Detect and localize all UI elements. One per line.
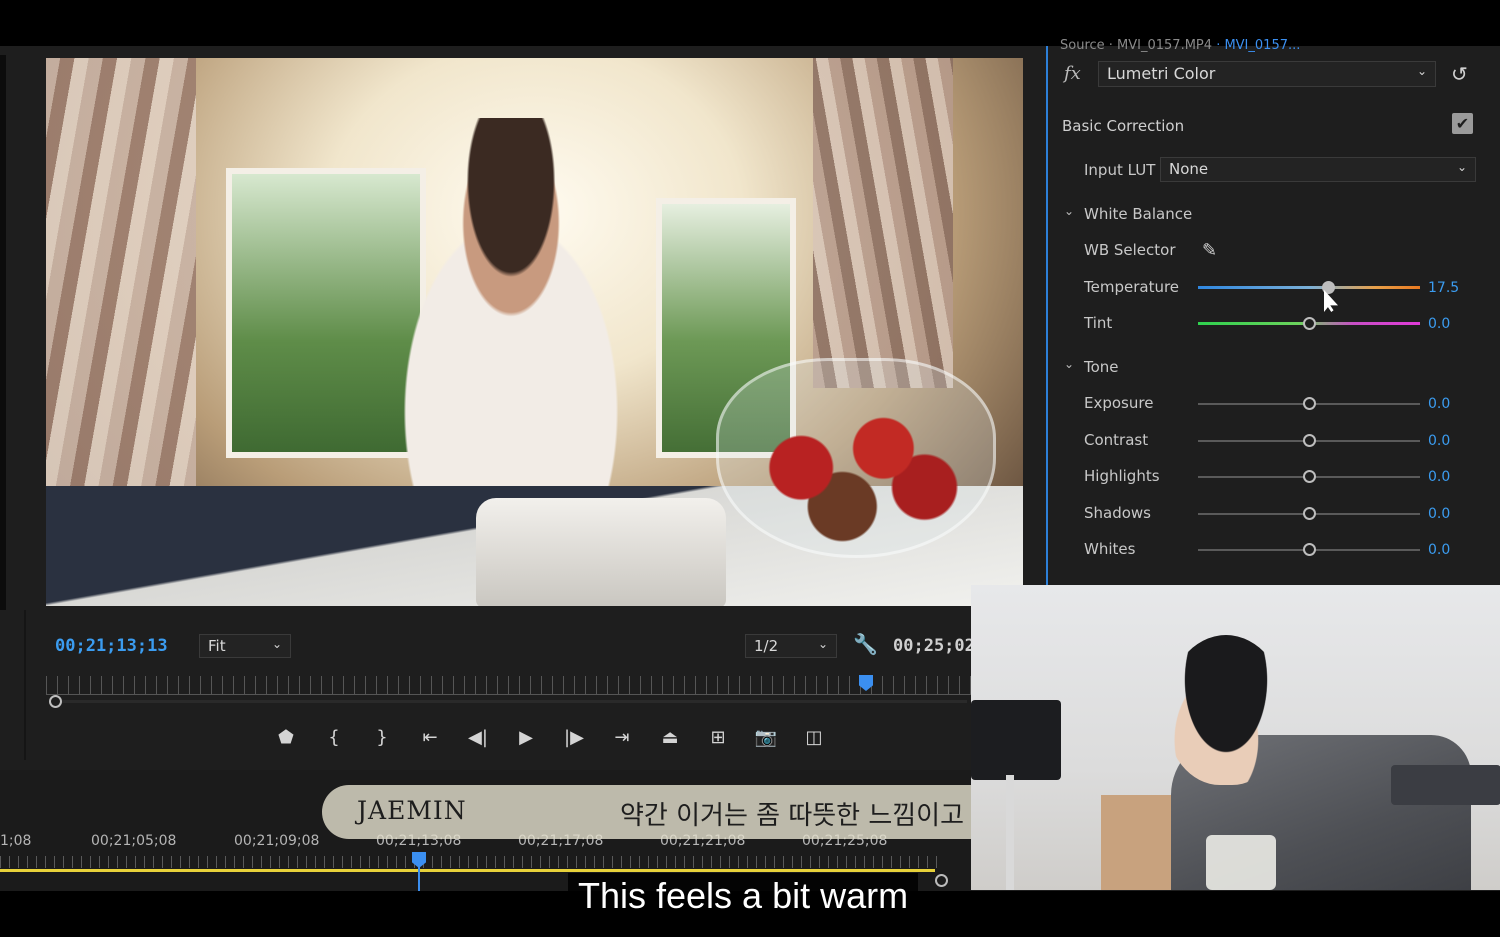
input-lut-select[interactable]: None ⌄ — [1160, 157, 1476, 182]
fx-icon: fx — [1064, 63, 1081, 84]
contrast-value[interactable]: 0.0 — [1428, 433, 1450, 449]
lift-icon[interactable]: ⏏ — [646, 722, 694, 752]
timeline-zoom-handle[interactable] — [935, 874, 948, 887]
temperature-value[interactable]: 17.5 — [1428, 280, 1459, 296]
exposure-value[interactable]: 0.0 — [1428, 396, 1450, 412]
playhead-timecode[interactable]: 00;21;13;13 — [55, 636, 168, 656]
panel-divider[interactable] — [24, 610, 26, 760]
step-forward-icon[interactable]: |▶ — [550, 722, 598, 752]
white-balance-twirl-icon[interactable]: ⌄ — [1064, 204, 1074, 218]
playback-resolution-select[interactable]: 1/2 ⌄ — [745, 634, 837, 658]
coffee-cup — [1206, 835, 1276, 890]
transport-controls: ⬟ { } ⇤ ◀| ▶ |▶ ⇥ ⏏ ⊞ 📷 ◫ — [262, 722, 838, 752]
webcam-overlay — [971, 585, 1500, 890]
zoom-level-value: Fit — [208, 637, 226, 655]
presenter-head — [1166, 635, 1286, 785]
monitor-time-ruler[interactable] — [46, 676, 971, 694]
shadows-slider-handle[interactable] — [1303, 507, 1316, 520]
sequence-clip-label[interactable]: · MVI_0157... — [1216, 38, 1300, 53]
temperature-label: Temperature — [1084, 278, 1180, 296]
temperature-slider-handle[interactable] — [1322, 281, 1335, 294]
extract-icon[interactable]: ⊞ — [694, 722, 742, 752]
mark-in-icon[interactable]: { — [310, 722, 358, 752]
chevron-down-icon: ⌄ — [1456, 160, 1467, 174]
chevron-down-icon: ⌄ — [817, 637, 828, 651]
temperature-slider[interactable] — [1198, 286, 1420, 289]
go-to-in-icon[interactable]: ⇤ — [406, 722, 454, 752]
video-curtain-left — [46, 58, 196, 528]
timeline-tick-label: 00;21;05;08 — [91, 833, 177, 849]
source-panel-edge — [0, 55, 6, 610]
timeline-playhead-line — [418, 866, 420, 891]
video-person — [346, 118, 676, 538]
video-pot — [476, 498, 726, 606]
whites-value[interactable]: 0.0 — [1428, 542, 1450, 558]
english-subtitle: This feels a bit warm — [568, 873, 919, 919]
wb-selector-label: WB Selector — [1084, 241, 1176, 259]
export-frame-icon[interactable]: 📷 — [742, 722, 790, 752]
add-marker-icon[interactable]: ⬟ — [262, 722, 310, 752]
tripod-pole — [1006, 775, 1014, 890]
program-monitor-video — [46, 58, 1023, 606]
tone-label[interactable]: Tone — [1084, 358, 1119, 376]
contrast-label: Contrast — [1084, 431, 1149, 449]
caption-korean-text: 약간 이거는 좀 따뜻한 느낌이고 — [620, 801, 965, 831]
reset-effect-icon[interactable]: ↺ — [1451, 62, 1468, 86]
tint-label: Tint — [1084, 314, 1113, 332]
zoom-scrollbar-handle[interactable] — [49, 695, 62, 708]
comparison-view-icon[interactable]: ◫ — [790, 722, 838, 752]
mark-out-icon[interactable]: } — [358, 722, 406, 752]
go-to-out-icon[interactable]: ⇥ — [598, 722, 646, 752]
playback-resolution-value: 1/2 — [754, 637, 779, 655]
timeline-tick-label: 1;08 — [0, 833, 32, 849]
exposure-label: Exposure — [1084, 394, 1154, 412]
desk-equipment — [1391, 765, 1500, 805]
wrench-icon[interactable]: 🔧 — [853, 632, 878, 656]
white-balance-label[interactable]: White Balance — [1084, 205, 1192, 223]
shadows-value[interactable]: 0.0 — [1428, 506, 1450, 522]
input-lut-label: Input LUT — [1084, 161, 1156, 179]
step-back-icon[interactable]: ◀| — [454, 722, 502, 752]
chevron-down-icon: ⌄ — [1416, 64, 1427, 78]
tone-twirl-icon[interactable]: ⌄ — [1064, 357, 1074, 371]
basic-correction-label[interactable]: Basic Correction — [1062, 117, 1184, 135]
exposure-slider-handle[interactable] — [1303, 397, 1316, 410]
timeline-tick-label: 00;21;09;08 — [234, 833, 320, 849]
shadows-label: Shadows — [1084, 504, 1152, 522]
eyedropper-icon[interactable]: ✎ — [1202, 240, 1217, 261]
highlights-value[interactable]: 0.0 — [1428, 469, 1450, 485]
effect-controls-header: Source · MVI_0157.MP4 · MVI_0157... — [1060, 38, 1300, 53]
chevron-down-icon: ⌄ — [271, 637, 282, 651]
tint-slider-handle[interactable] — [1303, 317, 1316, 330]
timeline-ticks — [0, 856, 940, 868]
effect-select[interactable]: Lumetri Color ⌄ — [1098, 61, 1436, 87]
zoom-scrollbar[interactable] — [62, 700, 967, 703]
source-clip-label[interactable]: Source · MVI_0157.MP4 — [1060, 38, 1212, 53]
basic-correction-checkbox[interactable]: ✔ — [1452, 113, 1473, 134]
video-curtain-right — [813, 58, 953, 388]
video-tomato-bowl — [716, 358, 996, 558]
highlights-slider-handle[interactable] — [1303, 470, 1316, 483]
play-icon[interactable]: ▶ — [502, 722, 550, 752]
timeline-work-area-bar[interactable] — [0, 869, 935, 872]
contrast-slider-handle[interactable] — [1303, 434, 1316, 447]
whites-slider-handle[interactable] — [1303, 543, 1316, 556]
duration-timecode: 00;25;02 — [893, 636, 975, 656]
tint-value[interactable]: 0.0 — [1428, 316, 1450, 332]
zoom-level-select[interactable]: Fit ⌄ — [199, 634, 291, 658]
effect-name: Lumetri Color — [1107, 64, 1216, 83]
monitor-ruler-line — [46, 694, 971, 695]
whites-label: Whites — [1084, 540, 1136, 558]
camera-rig — [971, 700, 1061, 780]
input-lut-value: None — [1169, 160, 1209, 178]
highlights-label: Highlights — [1084, 467, 1160, 485]
caption-speaker-name: JAEMIN — [357, 796, 467, 825]
